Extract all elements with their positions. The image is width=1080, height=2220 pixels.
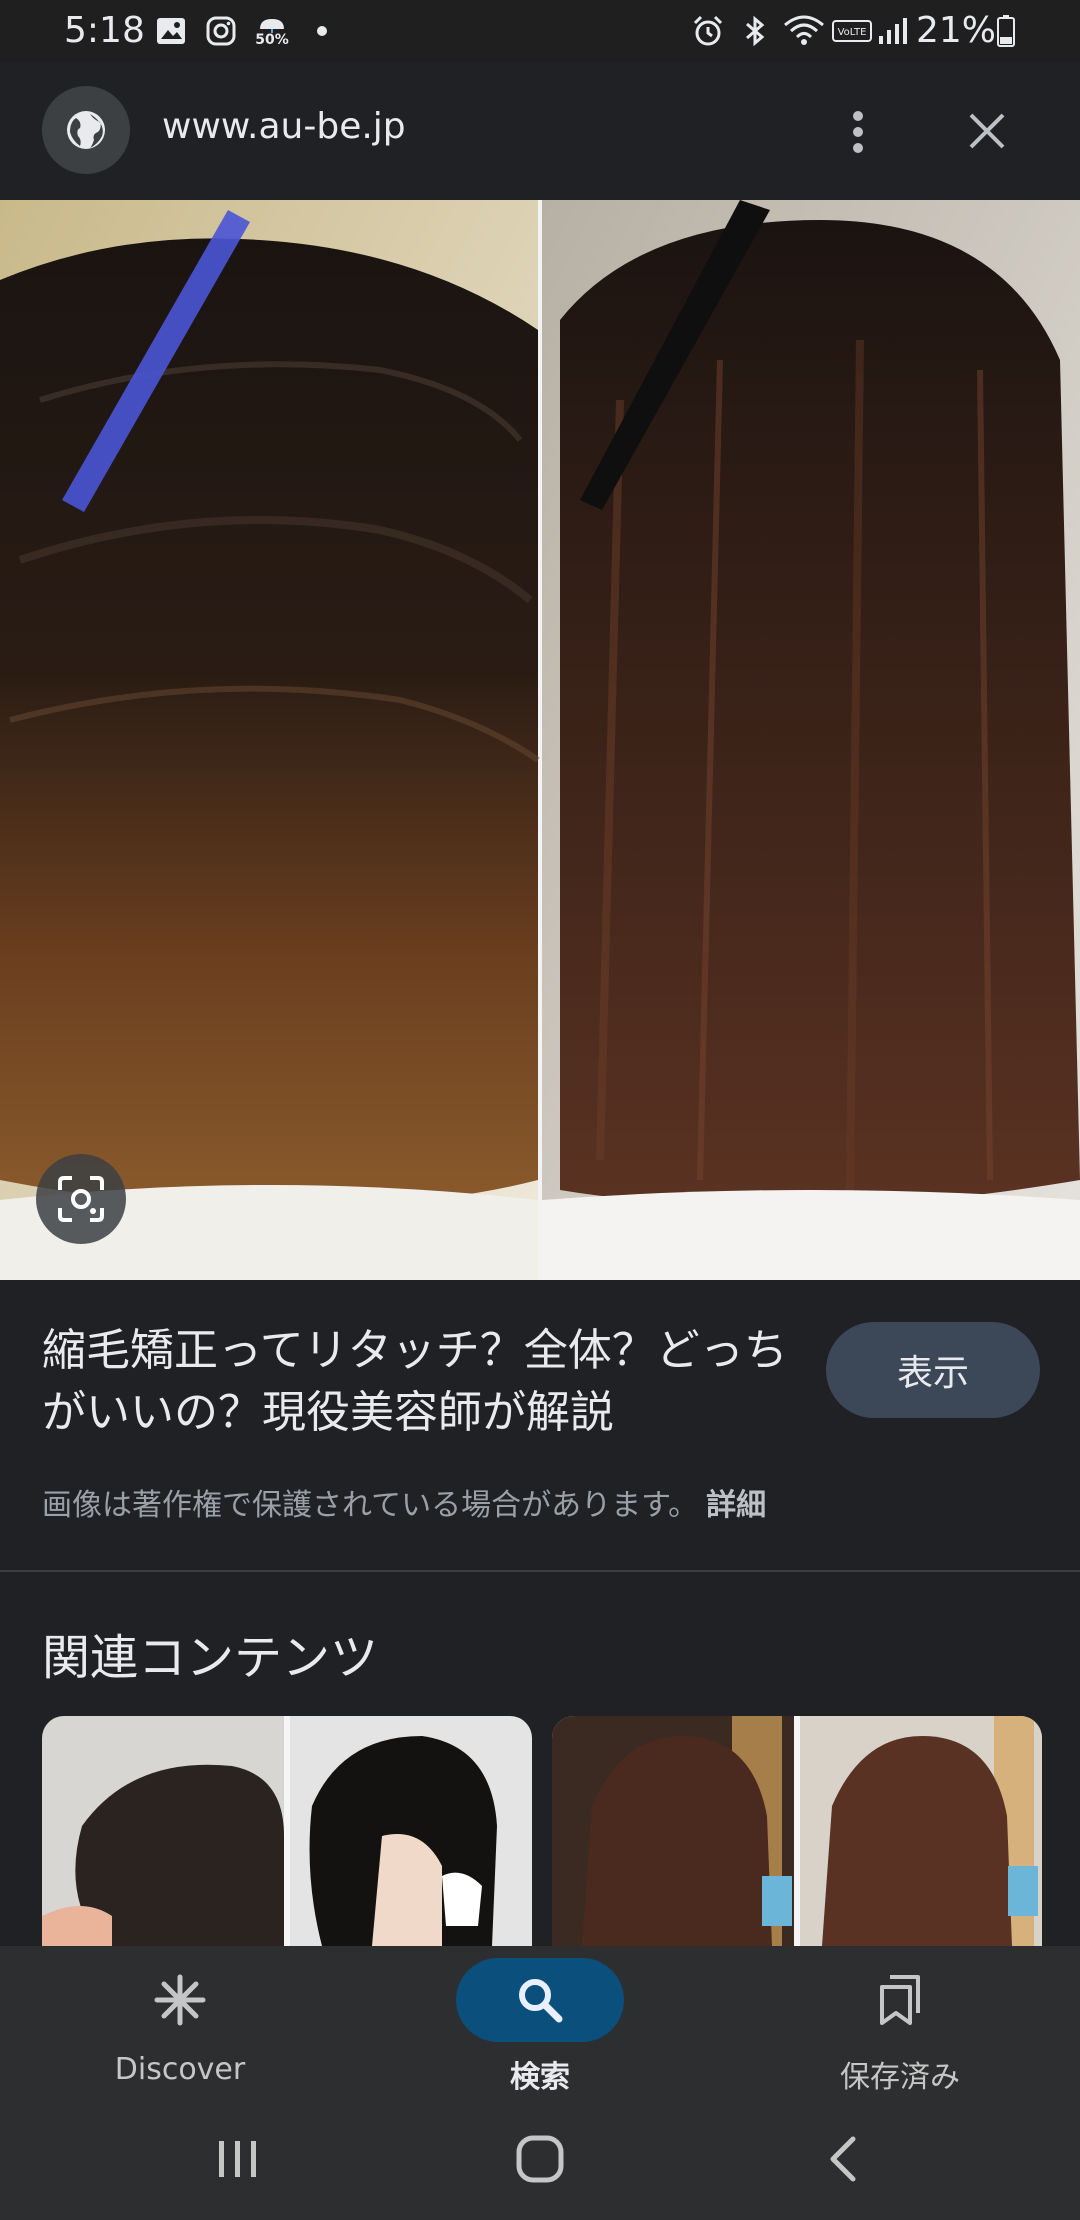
result-title[interactable]: 縮毛矯正ってリタッチ？全体？どっちがいいの？現役美容師が解説	[42, 1320, 802, 1444]
more-options-button[interactable]	[838, 102, 878, 162]
asterisk-icon	[154, 1974, 206, 2026]
system-navigation-bar	[0, 2098, 1080, 2220]
google-lens-button[interactable]	[36, 1154, 126, 1244]
nav-search-pill	[456, 1958, 624, 2042]
related-thumbnail	[552, 1716, 1042, 1946]
related-thumbnail	[42, 1716, 532, 1946]
wifi-icon	[782, 14, 826, 48]
copyright-text: 画像は著作権で保護されている場合があります。	[42, 1488, 699, 1523]
nav-saved-pill	[816, 1958, 984, 2042]
battery-percent: 21%	[916, 10, 997, 51]
home-icon	[516, 2135, 564, 2183]
battery-icon	[994, 14, 1018, 48]
related-card[interactable]	[552, 1716, 1042, 1946]
related-card[interactable]	[42, 1716, 532, 1946]
source-url[interactable]: www.au-be.jp	[162, 106, 406, 147]
back-icon	[830, 2136, 856, 2182]
search-icon	[519, 1979, 563, 2023]
viewer-header: www.au-be.jp	[0, 62, 1080, 200]
nav-discover-label: Discover	[114, 2052, 246, 2087]
recents-icon	[219, 2141, 256, 2177]
svg-text:VoLTE: VoLTE	[838, 27, 867, 38]
site-favicon-button[interactable]	[42, 86, 130, 174]
section-divider	[0, 1570, 1080, 1572]
close-button[interactable]	[960, 104, 1014, 158]
nav-saved[interactable]: 保存済み	[750, 1946, 1050, 2098]
screen: 5:18 50% VoLTE 21% www.au-be.jp 縮毛矯正ってリタ…	[0, 0, 1080, 2220]
nav-search[interactable]: 検索	[390, 1946, 690, 2098]
recents-button[interactable]	[198, 2124, 278, 2194]
close-icon	[969, 113, 1005, 149]
view-button[interactable]: 表示	[826, 1322, 1040, 1418]
dot-icon	[312, 14, 332, 48]
nav-search-label: 検索	[510, 2060, 570, 2095]
saved-icon	[880, 1975, 920, 2025]
bluetooth-icon	[740, 14, 770, 48]
related-content-title: 関連コンテンツ	[42, 1630, 379, 1686]
copyright-notice: 画像は著作権で保護されている場合があります。 詳細	[42, 1480, 766, 1524]
nav-saved-label: 保存済み	[840, 2060, 960, 2095]
globe-icon	[67, 111, 105, 149]
precip-badge: 50%	[255, 32, 289, 48]
more-vert-icon	[853, 111, 863, 153]
weather-icon: 50%	[252, 14, 292, 48]
result-image[interactable]	[0, 200, 1080, 1280]
gallery-icon	[154, 14, 188, 48]
signal-icon	[874, 14, 910, 48]
instagram-icon	[204, 14, 238, 48]
details-link[interactable]: 詳細	[706, 1488, 766, 1523]
lens-icon	[58, 1176, 104, 1222]
status-bar: 5:18 50% VoLTE 21%	[0, 0, 1080, 62]
nav-discover-pill	[96, 1958, 264, 2042]
back-button[interactable]	[802, 2124, 882, 2194]
alarm-icon	[690, 14, 726, 48]
volte-icon: VoLTE	[830, 14, 874, 48]
nav-discover[interactable]: Discover	[30, 1946, 330, 2098]
before-after-hair-photo	[0, 200, 1080, 1280]
home-button[interactable]	[500, 2124, 580, 2194]
status-time: 5:18	[64, 10, 145, 51]
bottom-navigation: Discover 検索 保存済み	[0, 1946, 1080, 2098]
